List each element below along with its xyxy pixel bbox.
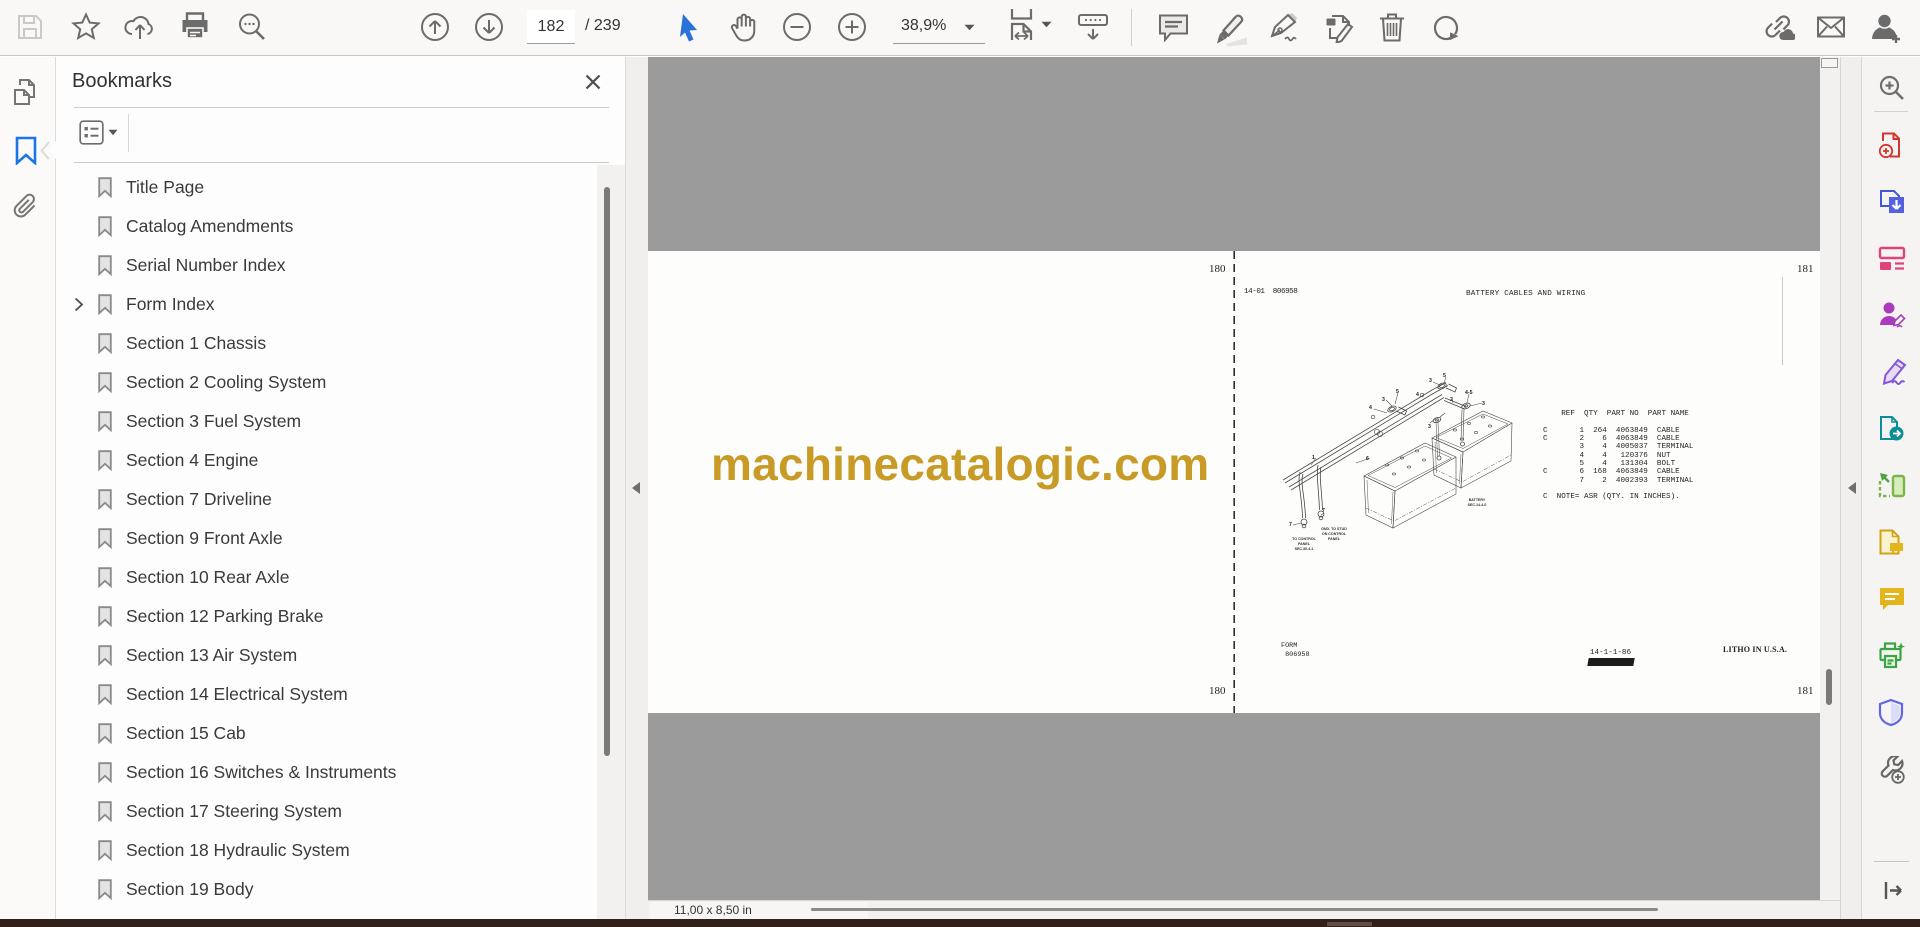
svg-text:7: 7 <box>1322 508 1325 514</box>
svg-text:4-5: 4-5 <box>1465 390 1473 396</box>
svg-text:3: 3 <box>1482 401 1485 407</box>
svg-text:SEC.14-4-0: SEC.14-4-0 <box>1468 503 1487 507</box>
svg-text:1: 1 <box>1312 455 1315 461</box>
svg-text:ON CONTROL: ON CONTROL <box>1322 532 1347 536</box>
svg-text:TO CONTROL: TO CONTROL <box>1292 537 1316 541</box>
svg-text:3: 3 <box>1428 424 1431 430</box>
svg-text:SEC.30-4-1: SEC.30-4-1 <box>1295 547 1314 551</box>
svg-text:4: 4 <box>1369 405 1372 411</box>
svg-text:5: 5 <box>1396 389 1399 395</box>
svg-text:2: 2 <box>1450 397 1453 403</box>
svg-text:GND. TO STUD: GND. TO STUD <box>1321 527 1347 531</box>
svg-text:BATTERY: BATTERY <box>1469 498 1486 502</box>
svg-text:3: 3 <box>1429 378 1432 384</box>
svg-text:7: 7 <box>1289 522 1292 528</box>
svg-text:5: 5 <box>1443 373 1446 379</box>
svg-text:4: 4 <box>1416 392 1419 398</box>
svg-text:3: 3 <box>1382 397 1385 403</box>
svg-text:PANEL: PANEL <box>1328 537 1341 541</box>
svg-text:6: 6 <box>1366 456 1369 462</box>
svg-text:PANEL: PANEL <box>1298 542 1311 546</box>
